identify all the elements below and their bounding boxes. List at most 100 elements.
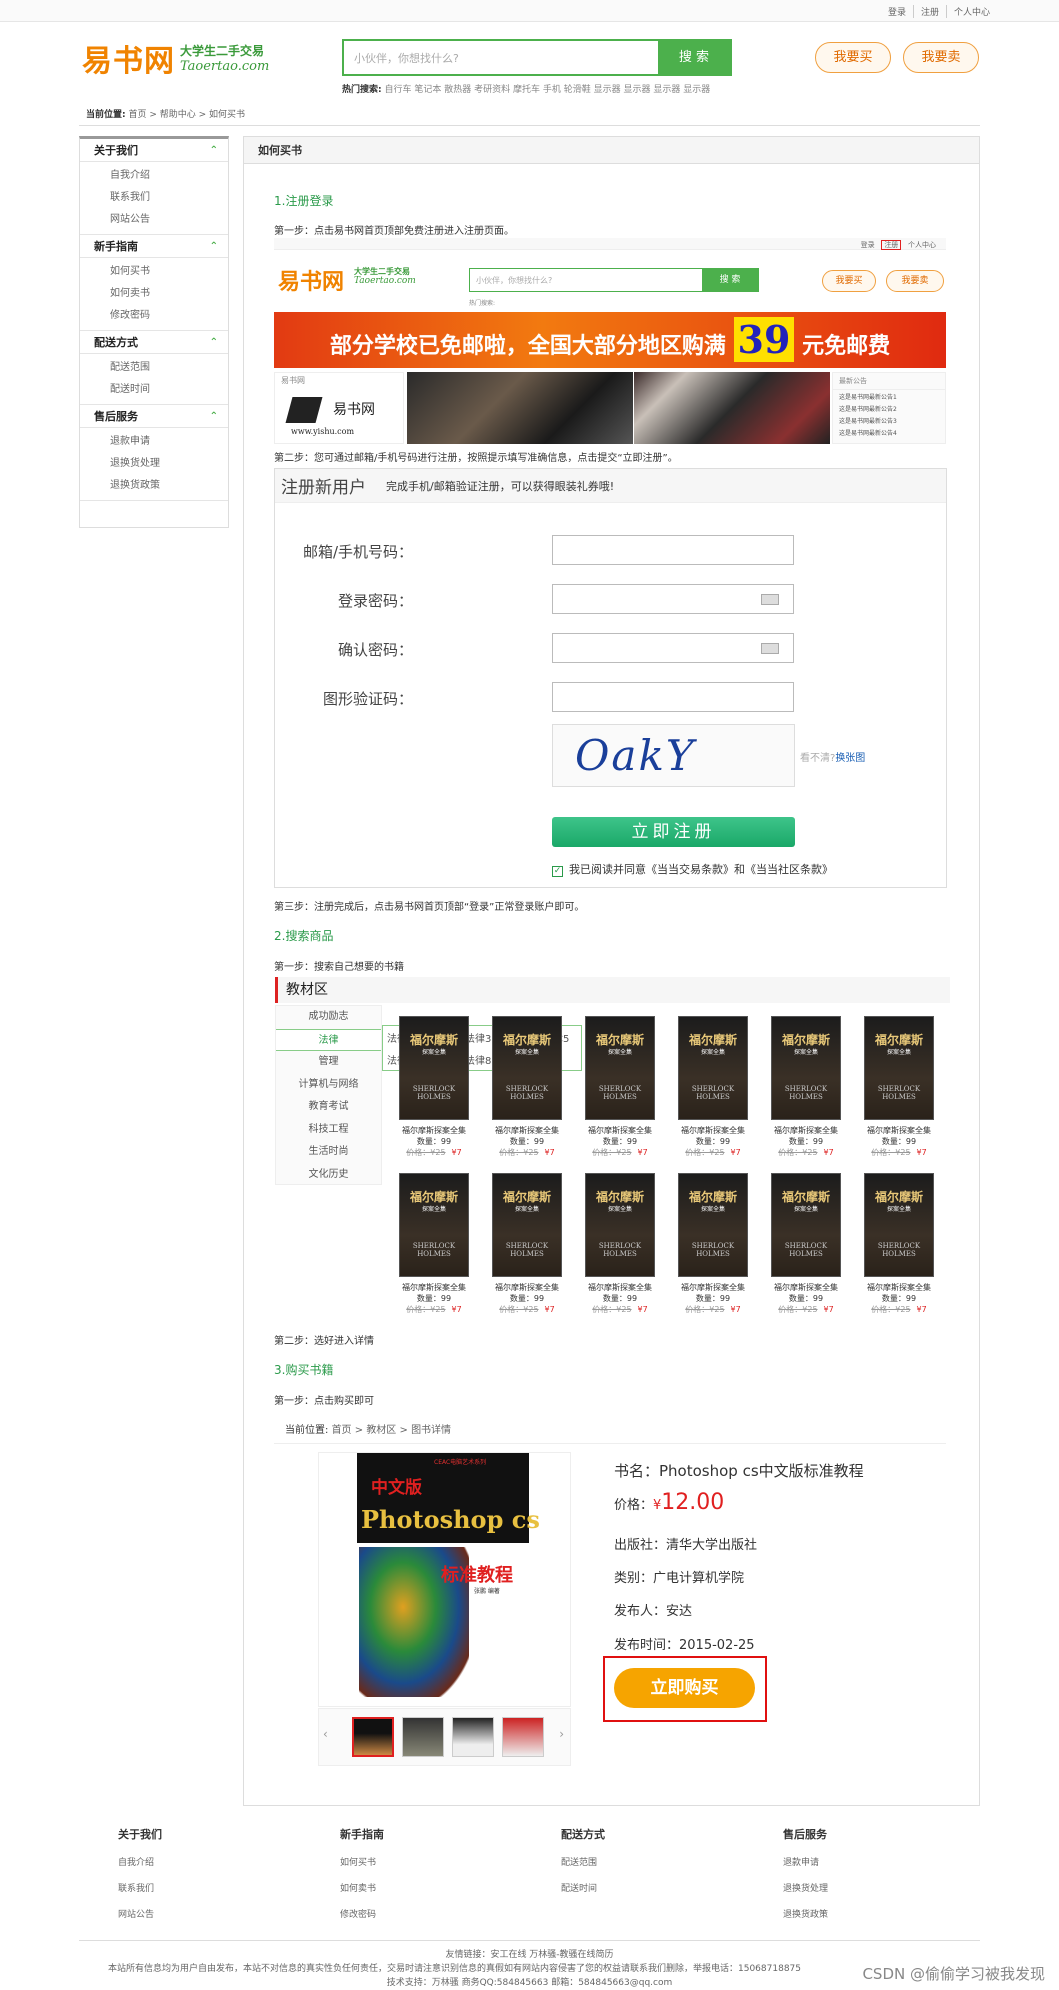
- book-card[interactable]: 福尔摩斯 探案全集 SHERLOCK HOLMES 福尔摩斯探案全集 数量：99 价格：¥…: [391, 1171, 477, 1317]
- thumbnail-1[interactable]: [352, 1717, 394, 1757]
- footer-link[interactable]: 自我介绍: [118, 1855, 268, 1881]
- hot-search-item[interactable]: 自行车: [384, 85, 411, 95]
- personal-center-link[interactable]: 个人中心: [945, 5, 997, 18]
- footer-link[interactable]: 修改密码: [340, 1907, 490, 1933]
- agree-checkbox[interactable]: ✓: [552, 866, 563, 877]
- book-cover-sub: 探案全集: [514, 1049, 539, 1056]
- book-card[interactable]: 福尔摩斯 探案全集 SHERLOCK HOLMES 福尔摩斯探案全集 数量：99 价格：¥…: [856, 1171, 942, 1317]
- email-phone-input[interactable]: [552, 535, 794, 565]
- book-card[interactable]: 福尔摩斯 探案全集 SHERLOCK HOLMES 福尔摩斯探案全集 数量：99 价格：¥…: [484, 1171, 570, 1317]
- footer-link[interactable]: 退换货政策: [783, 1907, 933, 1933]
- hot-search-item[interactable]: 显示器: [651, 85, 680, 95]
- hot-search-item[interactable]: 散热器: [441, 85, 471, 95]
- sidebar-item[interactable]: 配送时间: [80, 379, 228, 401]
- hot-search-item[interactable]: 笔记本: [412, 85, 441, 95]
- book-card[interactable]: 福尔摩斯 探案全集 SHERLOCK HOLMES 福尔摩斯探案全集 数量：99 价格：¥…: [484, 1014, 570, 1160]
- hot-search-item[interactable]: 考研资料: [471, 85, 510, 95]
- footer-link[interactable]: 网站公告: [118, 1907, 268, 1933]
- book-card[interactable]: 福尔摩斯 探案全集 SHERLOCK HOLMES 福尔摩斯探案全集 数量：99 价格：¥…: [670, 1014, 756, 1160]
- hot-search-item[interactable]: 轮滑鞋: [561, 85, 591, 95]
- sidebar-item[interactable]: 退换货政策: [80, 475, 228, 497]
- hot-search-item[interactable]: 显示器: [621, 85, 650, 95]
- book-card[interactable]: 福尔摩斯 探案全集 SHERLOCK HOLMES 福尔摩斯探案全集 数量：99 价格：¥…: [577, 1171, 663, 1317]
- login-link[interactable]: 登录: [881, 5, 913, 18]
- search-button[interactable]: 搜 索: [658, 41, 730, 74]
- want-buy-button[interactable]: 我要买: [815, 42, 891, 73]
- book-name: 福尔摩斯探案全集: [495, 1126, 559, 1135]
- footer-link[interactable]: 配送时间: [561, 1881, 711, 1907]
- book-card[interactable]: 福尔摩斯 探案全集 SHERLOCK HOLMES 福尔摩斯探案全集 数量：99 价格：¥…: [763, 1171, 849, 1317]
- mini-top-links: 登录 注册 个人中心: [861, 240, 936, 250]
- banner-number: 39: [733, 317, 795, 362]
- site-logo[interactable]: 易书网 大学生二手交易 Taoertao.com: [82, 36, 269, 80]
- sidebar-group-4-title[interactable]: 售后服务 ⌃: [80, 405, 228, 428]
- footer-link[interactable]: 退款申请: [783, 1855, 933, 1881]
- register-now-button[interactable]: 立即注册: [552, 817, 795, 847]
- detail-crumb-label: 当前位置:: [285, 1425, 329, 1436]
- search-input[interactable]: 小伙伴，你想找什么?: [344, 41, 658, 74]
- footer-link[interactable]: 如何卖书: [340, 1881, 490, 1907]
- book-name: 福尔摩斯探案全集: [867, 1283, 931, 1292]
- thumbnail-4[interactable]: [502, 1717, 544, 1757]
- sidebar-item[interactable]: 配送范围: [80, 357, 228, 379]
- chevron-left-icon[interactable]: ‹: [323, 1727, 328, 1741]
- thumbnail-3[interactable]: [452, 1717, 494, 1757]
- footer-link[interactable]: 配送范围: [561, 1855, 711, 1881]
- sidebar-item[interactable]: 修改密码: [80, 305, 228, 327]
- detail-crumb-home[interactable]: 首页: [332, 1425, 352, 1436]
- sidebar-group-2-title[interactable]: 新手指南 ⌃: [80, 235, 228, 258]
- book-cover-en: SHERLOCK HOLMES: [691, 1242, 735, 1258]
- category-item[interactable]: 计算机与网络: [276, 1074, 381, 1097]
- footer-link[interactable]: 退换货处理: [783, 1881, 933, 1907]
- sidebar-item[interactable]: 自我介绍: [80, 165, 228, 187]
- hot-search-item[interactable]: 显示器: [680, 85, 710, 95]
- category-item[interactable]: 文化历史: [276, 1164, 381, 1187]
- csdn-watermark: CSDN @偷偷学习被我发现: [862, 1965, 1045, 1983]
- sidebar-item[interactable]: 网站公告: [80, 209, 228, 231]
- category-item[interactable]: 法律: [276, 1028, 381, 1051]
- category-item[interactable]: 管理: [276, 1051, 381, 1074]
- category-item[interactable]: 科技工程: [276, 1119, 381, 1142]
- want-sell-button[interactable]: 我要卖: [903, 42, 979, 73]
- book-card[interactable]: 福尔摩斯 探案全集 SHERLOCK HOLMES 福尔摩斯探案全集 数量：99 价格：¥…: [577, 1014, 663, 1160]
- confirm-password-input[interactable]: [552, 633, 794, 663]
- sidebar-item[interactable]: 如何卖书: [80, 283, 228, 305]
- sidebar-item[interactable]: 如何买书: [80, 261, 228, 283]
- password-input[interactable]: [552, 584, 794, 614]
- hot-search-item[interactable]: 显示器: [591, 85, 621, 95]
- register-link[interactable]: 注册: [912, 5, 946, 18]
- hot-search-item[interactable]: 手机: [540, 85, 561, 95]
- banner-photo-1: [407, 372, 633, 444]
- mini-notice-item: 这是易书网最新公告1: [839, 394, 897, 401]
- book-name: 福尔摩斯探案全集: [402, 1283, 466, 1292]
- category-item[interactable]: 生活时尚: [276, 1141, 381, 1164]
- book-card[interactable]: 福尔摩斯 探案全集 SHERLOCK HOLMES 福尔摩斯探案全集 数量：99 价格：¥…: [391, 1014, 477, 1160]
- sidebar-item[interactable]: 退换货处理: [80, 453, 228, 475]
- detail-crumb-category[interactable]: 教材区: [366, 1425, 396, 1436]
- breadcrumb-help[interactable]: 帮助中心: [160, 110, 196, 120]
- book-logo-icon: [285, 397, 323, 423]
- chevron-up-icon: ⌃: [209, 411, 218, 422]
- chevron-right-icon[interactable]: ›: [559, 1727, 564, 1741]
- captcha-image[interactable]: OakY: [552, 724, 795, 787]
- hot-search-item[interactable]: 摩托车: [510, 85, 540, 95]
- book-card[interactable]: 福尔摩斯 探案全集 SHERLOCK HOLMES 福尔摩斯探案全集 数量：99 价格：¥…: [670, 1171, 756, 1317]
- sidebar-item[interactable]: 联系我们: [80, 187, 228, 209]
- book-new-price: ¥7: [730, 1305, 741, 1314]
- book-card[interactable]: 福尔摩斯 探案全集 SHERLOCK HOLMES 福尔摩斯探案全集 数量：99 价格：¥…: [763, 1014, 849, 1160]
- captcha-input[interactable]: [552, 682, 794, 712]
- book-old-price: 价格：¥25: [685, 1148, 725, 1157]
- breadcrumb-home[interactable]: 首页: [128, 110, 146, 120]
- captcha-change-link[interactable]: 换张图: [835, 753, 865, 764]
- footer-link[interactable]: 如何买书: [340, 1855, 490, 1881]
- promo-banner: 部分学校已免邮啦，全国大部分地区购满 39 元免邮费: [274, 312, 946, 368]
- sidebar-group-1-title[interactable]: 关于我们 ⌃: [80, 139, 228, 162]
- book-card[interactable]: 福尔摩斯 探案全集 SHERLOCK HOLMES 福尔摩斯探案全集 数量：99 价格：¥…: [856, 1014, 942, 1160]
- category-item[interactable]: 教育考试: [276, 1096, 381, 1119]
- footer-link[interactable]: 联系我们: [118, 1881, 268, 1907]
- category-item[interactable]: 成功励志: [276, 1006, 381, 1029]
- book-old-price: 价格：¥25: [871, 1305, 911, 1314]
- sidebar-group-3-title[interactable]: 配送方式 ⌃: [80, 331, 228, 354]
- sidebar-item[interactable]: 退款申请: [80, 431, 228, 453]
- thumbnail-2[interactable]: [402, 1717, 444, 1757]
